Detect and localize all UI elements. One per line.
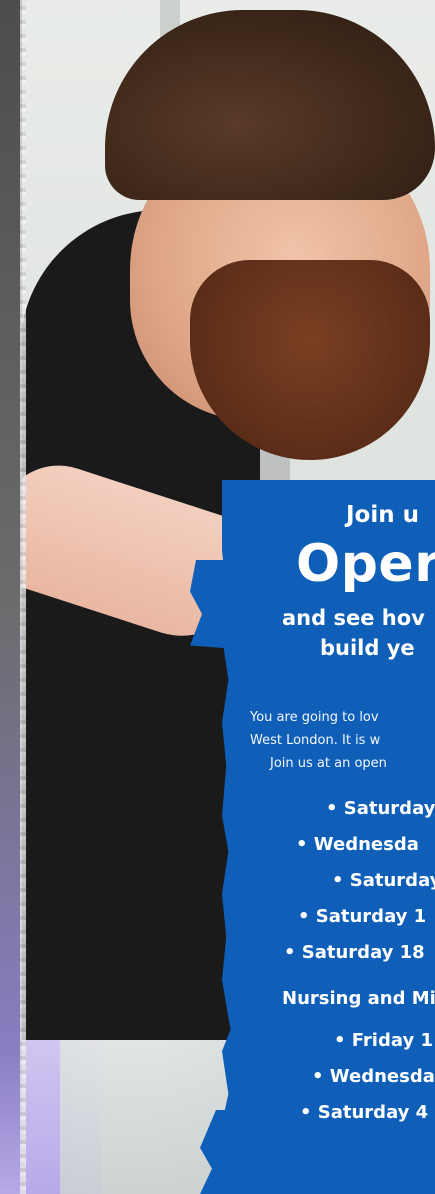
promo-paragraph-line-1: You are going to lov: [250, 710, 379, 725]
promo-paragraph-line-3: Join us at an open: [270, 756, 387, 771]
open-day-date-item: • Saturday 1: [298, 906, 427, 927]
nursing-date-item: • Wednesda: [312, 1066, 435, 1087]
promo-subheading-line-1: and see hov: [282, 606, 425, 630]
open-day-date-item: • Saturday: [326, 798, 435, 819]
left-image-strip: [0, 0, 22, 1194]
open-day-date-item: • Wednesda: [296, 834, 419, 855]
promo-subheading-line-2: build ye: [320, 636, 415, 660]
promo-headline: Oper: [296, 534, 435, 594]
nursing-date-item: • Saturday 4: [300, 1102, 429, 1123]
open-day-date-item: • Saturday 18: [284, 942, 425, 963]
nursing-heading: Nursing and Mi: [282, 988, 435, 1009]
person-hair: [105, 10, 435, 200]
open-day-date-item: • Saturday: [332, 870, 435, 891]
torn-edge: [20, 0, 26, 1194]
promo-paragraph-line-2: West London. It is w: [250, 733, 381, 748]
promo-join-text: Join u: [346, 502, 419, 528]
nursing-date-item: • Friday 1: [334, 1030, 433, 1051]
open-day-promo-panel: Join u Oper and see hov build ye You are…: [222, 480, 435, 1194]
